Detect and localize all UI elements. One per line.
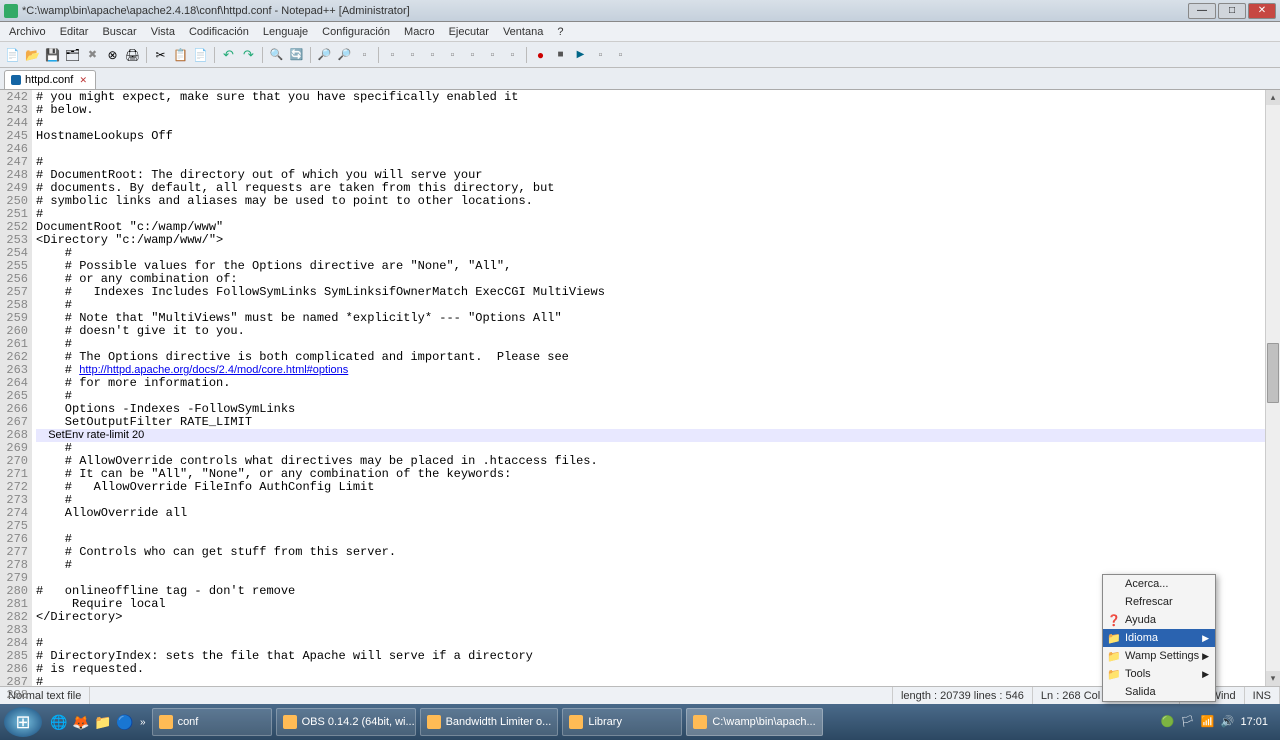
paste-button[interactable] <box>192 46 209 63</box>
replace-button[interactable] <box>288 46 305 63</box>
toolbar <box>0 42 1280 68</box>
tray-wamp-icon[interactable]: 🟢 <box>1160 715 1174 729</box>
menu-?[interactable]: ? <box>550 24 570 40</box>
app-icon <box>4 4 18 18</box>
status-bar: Normal text file length : 20739 lines : … <box>0 686 1280 704</box>
separator <box>214 47 215 63</box>
menu-macro[interactable]: Macro <box>397 24 442 40</box>
macro-multi-button[interactable] <box>592 46 609 63</box>
status-spacer <box>90 687 893 704</box>
pinned-firefox-icon[interactable]: 🦊 <box>70 709 92 735</box>
context-item-tools[interactable]: 📁Tools▶ <box>1103 665 1215 683</box>
menu-bar: ArchivoEditarBuscarVistaCodificaciónLeng… <box>0 22 1280 42</box>
status-length: length : 20739 lines : 546 <box>893 687 1033 704</box>
menu-archivo[interactable]: Archivo <box>2 24 53 40</box>
taskbar-button[interactable]: conf <box>152 708 272 736</box>
context-item-acerca[interactable]: Acerca... <box>1103 575 1215 593</box>
redo-button[interactable] <box>240 46 257 63</box>
print-button[interactable] <box>124 46 141 63</box>
zoom-out-button[interactable] <box>336 46 353 63</box>
scrollbar-thumb[interactable] <box>1267 343 1279 403</box>
tab-httpd-conf[interactable]: httpd.conf ✕ <box>4 70 96 89</box>
context-item-wampsettings[interactable]: 📁Wamp Settings▶ <box>1103 647 1215 665</box>
close-all-button[interactable] <box>104 46 121 63</box>
new-file-button[interactable] <box>4 46 21 63</box>
tab-bar: httpd.conf ✕ <box>0 68 1280 90</box>
context-item-idioma[interactable]: 📁Idioma▶ <box>1103 629 1215 647</box>
doc-map-button[interactable] <box>464 46 481 63</box>
context-item-salida[interactable]: Salida <box>1103 683 1215 701</box>
separator <box>378 47 379 63</box>
zoom-in-button[interactable] <box>316 46 333 63</box>
window-title: *C:\wamp\bin\apache\apache2.4.18\conf\ht… <box>22 5 1188 17</box>
save-button[interactable] <box>44 46 61 63</box>
vertical-scrollbar[interactable]: ▴ ▾ <box>1265 90 1280 686</box>
start-button[interactable] <box>4 707 42 737</box>
save-all-button[interactable] <box>64 46 81 63</box>
lang-button[interactable] <box>444 46 461 63</box>
tray-flag-icon[interactable]: 🏳 <box>1180 715 1194 729</box>
tray-clock[interactable]: 17:01 <box>1240 716 1268 728</box>
indent-guide-button[interactable] <box>424 46 441 63</box>
pinned-chrome-icon[interactable]: 🔵 <box>114 709 136 735</box>
find-button[interactable] <box>268 46 285 63</box>
menu-codificación[interactable]: Codificación <box>182 24 256 40</box>
taskbar-overflow-icon[interactable]: » <box>136 717 150 728</box>
macro-stop-button[interactable] <box>552 46 569 63</box>
folder-button[interactable] <box>504 46 521 63</box>
pinned-ie-icon[interactable]: 🌐 <box>48 709 70 735</box>
menu-ventana[interactable]: Ventana <box>496 24 550 40</box>
system-tray: 🟢 🏳 📶 🔊 17:01 <box>1160 715 1276 729</box>
close-button[interactable]: ✕ <box>1248 3 1276 19</box>
title-bar: *C:\wamp\bin\apache\apache2.4.18\conf\ht… <box>0 0 1280 22</box>
scroll-up-button[interactable]: ▴ <box>1266 90 1280 105</box>
close-file-button[interactable] <box>84 46 101 63</box>
cut-button[interactable] <box>152 46 169 63</box>
editor-area: 242 243 244 245 246 247 248 249 250 251 … <box>0 90 1280 686</box>
windows-taskbar: 🌐 🦊 📁 🔵 » confOBS 0.14.2 (64bit, wi...Ba… <box>0 704 1280 740</box>
taskbar-button[interactable]: C:\wamp\bin\apach... <box>686 708 822 736</box>
minimize-button[interactable]: — <box>1188 3 1216 19</box>
status-insert-mode: INS <box>1245 687 1280 704</box>
scroll-down-button[interactable]: ▾ <box>1266 671 1280 686</box>
macro-save-button[interactable] <box>612 46 629 63</box>
sync-scroll-button[interactable] <box>356 46 373 63</box>
open-file-button[interactable] <box>24 46 41 63</box>
pinned-explorer-icon[interactable]: 📁 <box>92 709 114 735</box>
macro-record-button[interactable] <box>532 46 549 63</box>
func-list-button[interactable] <box>484 46 501 63</box>
menu-editar[interactable]: Editar <box>53 24 96 40</box>
context-item-refrescar[interactable]: Refrescar <box>1103 593 1215 611</box>
separator <box>310 47 311 63</box>
tab-label: httpd.conf <box>25 74 73 86</box>
menu-buscar[interactable]: Buscar <box>95 24 143 40</box>
taskbar-button[interactable]: Library <box>562 708 682 736</box>
scrollbar-track[interactable] <box>1266 105 1280 671</box>
menu-configuración[interactable]: Configuración <box>315 24 397 40</box>
tab-close-icon[interactable]: ✕ <box>77 74 89 86</box>
menu-vista[interactable]: Vista <box>144 24 182 40</box>
taskbar-button[interactable]: Bandwidth Limiter o... <box>420 708 559 736</box>
undo-button[interactable] <box>220 46 237 63</box>
file-icon <box>11 75 21 85</box>
separator <box>526 47 527 63</box>
show-chars-button[interactable] <box>404 46 421 63</box>
copy-button[interactable] <box>172 46 189 63</box>
separator <box>146 47 147 63</box>
wrap-button[interactable] <box>384 46 401 63</box>
line-number-gutter: 242 243 244 245 246 247 248 249 250 251 … <box>0 90 32 686</box>
context-item-ayuda[interactable]: ❓Ayuda <box>1103 611 1215 629</box>
menu-lenguaje[interactable]: Lenguaje <box>256 24 315 40</box>
code-editor[interactable]: # you might expect, make sure that you h… <box>32 90 1265 686</box>
maximize-button[interactable]: □ <box>1218 3 1246 19</box>
taskbar-button[interactable]: OBS 0.14.2 (64bit, wi... <box>276 708 416 736</box>
wamp-context-menu: Acerca...Refrescar❓Ayuda📁Idioma▶📁Wamp Se… <box>1102 574 1216 702</box>
tray-network-icon[interactable]: 📶 <box>1200 715 1214 729</box>
menu-ejecutar[interactable]: Ejecutar <box>442 24 496 40</box>
separator <box>262 47 263 63</box>
macro-play-button[interactable] <box>572 46 589 63</box>
tray-volume-icon[interactable]: 🔊 <box>1220 715 1234 729</box>
